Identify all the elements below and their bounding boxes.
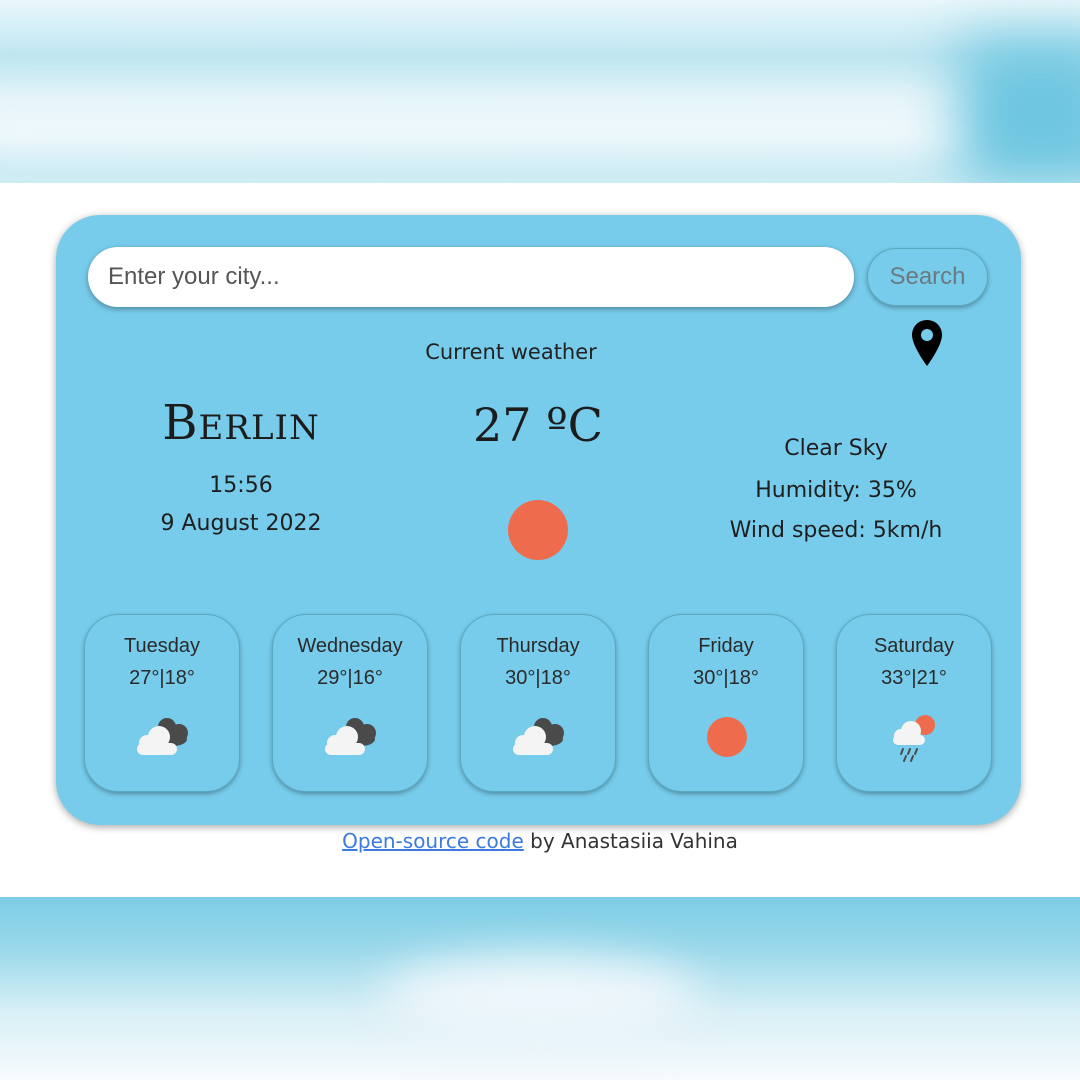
forecast-day-name: Wednesday xyxy=(297,635,403,657)
current-date: 9 August 2022 xyxy=(160,511,322,536)
current-time: 15:56 xyxy=(209,473,273,498)
current-weather-heading: Current weather xyxy=(425,340,597,364)
rain-sun-icon xyxy=(893,715,935,762)
footer-credit: Open-source code by Anastasiia Vahina xyxy=(0,829,1080,853)
sun-icon xyxy=(707,717,747,757)
blurred-background-bottom xyxy=(0,897,1080,1080)
forecast-day-temps: 33°|21° xyxy=(881,667,947,689)
humidity-value: Humidity: 35% xyxy=(755,478,917,503)
forecast-day-temps: 30°|18° xyxy=(693,667,759,689)
weather-conditions: Clear Sky Humidity: 35% Wind speed: 5km/… xyxy=(696,429,976,551)
weather-app-card: Search Current weather Berlin 15:56 9 Au… xyxy=(56,215,1021,825)
city-name: Berlin xyxy=(162,395,320,451)
open-source-code-link[interactable]: Open-source code xyxy=(342,829,524,853)
wind-speed-value: Wind speed: 5km/h xyxy=(729,518,943,543)
forecast-day-card[interactable]: Wednesday 29°|16° xyxy=(272,614,428,792)
sun-icon xyxy=(508,500,568,560)
current-temperature: 27 ºC xyxy=(473,398,603,452)
city-search-input[interactable] xyxy=(88,247,854,307)
forecast-day-temps: 30°|18° xyxy=(505,667,571,689)
location-pin-icon[interactable] xyxy=(910,319,944,367)
forecast-day-card[interactable]: Thursday 30°|18° xyxy=(460,614,616,792)
forecast-day-temps: 27°|18° xyxy=(129,667,195,689)
cloudy-icon xyxy=(137,718,188,755)
forecast-day-card[interactable]: Friday 30°|18° xyxy=(648,614,804,792)
forecast-day-card[interactable]: Saturday 33°|21° xyxy=(836,614,992,792)
forecast-row: Tuesday 27°|18° Wednesday 29°|16° Thursd… xyxy=(84,614,994,794)
footer-author: by Anastasiia Vahina xyxy=(523,829,738,853)
cloudy-icon xyxy=(513,718,564,755)
search-button[interactable]: Search xyxy=(867,248,988,306)
weather-description: Clear Sky xyxy=(784,436,888,461)
forecast-day-card[interactable]: Tuesday 27°|18° xyxy=(84,614,240,792)
forecast-day-name: Tuesday xyxy=(124,635,200,657)
forecast-day-name: Thursday xyxy=(496,635,580,657)
forecast-day-name: Friday xyxy=(698,635,754,657)
forecast-day-name: Saturday xyxy=(873,635,955,657)
blurred-background-top xyxy=(0,0,1080,183)
cloudy-icon xyxy=(325,718,376,755)
forecast-day-temps: 29°|16° xyxy=(317,667,383,689)
